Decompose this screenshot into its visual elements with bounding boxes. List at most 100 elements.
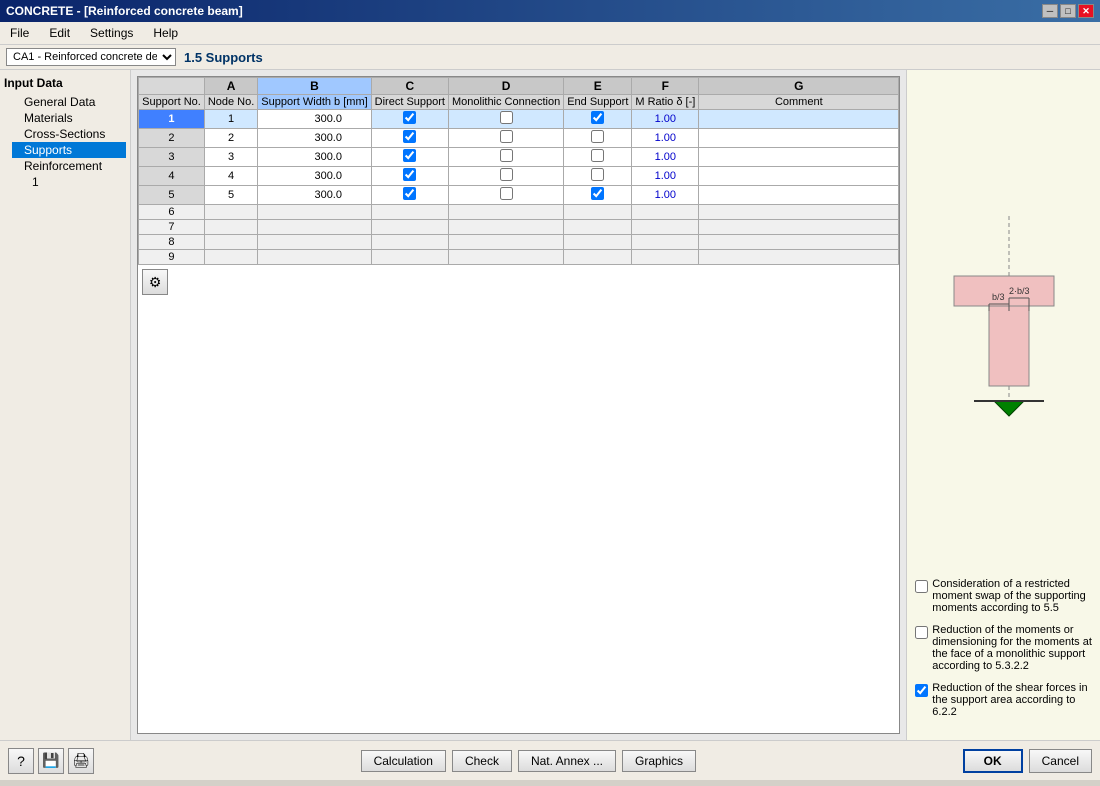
checkbox-end-1[interactable] xyxy=(591,111,604,124)
save-button[interactable]: 💾 xyxy=(38,748,64,774)
empty-cell-6-5 xyxy=(564,205,632,220)
empty-cell-6-1 xyxy=(204,205,257,220)
col-header-b: B xyxy=(258,78,371,95)
col-subheader-mratio: M Ratio δ [-] xyxy=(632,95,699,110)
checkbox-end-2[interactable] xyxy=(591,130,604,143)
cell-width-4[interactable] xyxy=(258,167,371,186)
col-header-c: C xyxy=(371,78,448,95)
checkbox-direct-4[interactable] xyxy=(403,168,416,181)
sidebar-item-supports[interactable]: Supports xyxy=(12,142,126,158)
cell-width-5[interactable] xyxy=(258,186,371,205)
cell-end-4[interactable] xyxy=(564,167,632,186)
print-button[interactable]: 🖨 xyxy=(68,748,94,774)
menu-edit[interactable]: Edit xyxy=(43,24,76,42)
checkbox-monolithic-1[interactable] xyxy=(500,111,513,124)
input-width-1[interactable] xyxy=(287,113,342,125)
empty-cell-6-7 xyxy=(699,205,899,220)
case-dropdown[interactable]: CA1 - Reinforced concrete desi xyxy=(6,48,176,66)
cell-direct-1[interactable] xyxy=(371,110,448,129)
cell-mratio-2: 1.00 xyxy=(632,129,699,148)
cell-width-2[interactable] xyxy=(258,129,371,148)
checkbox-direct-3[interactable] xyxy=(403,149,416,162)
menu-help[interactable]: Help xyxy=(147,24,184,42)
empty-cell-9-4 xyxy=(448,250,563,265)
cell-end-1[interactable] xyxy=(564,110,632,129)
checkbox-end-4[interactable] xyxy=(591,168,604,181)
graphics-button[interactable]: Graphics xyxy=(622,750,696,772)
check-button[interactable]: Check xyxy=(452,750,512,772)
sidebar-item-reinforcement-1[interactable]: 1 xyxy=(12,174,126,190)
menu-settings[interactable]: Settings xyxy=(84,24,139,42)
input-data-header: Input Data xyxy=(4,76,126,90)
sidebar-item-reinforcement[interactable]: Reinforcement xyxy=(12,158,126,174)
input-width-4[interactable] xyxy=(287,170,342,182)
cell-mratio-4: 1.00 xyxy=(632,167,699,186)
cell-comment-3 xyxy=(699,148,899,167)
bottom-left-buttons: ? 💾 🖨 xyxy=(8,748,94,774)
cell-monolithic-4[interactable] xyxy=(448,167,563,186)
empty-row-num-9: 9 xyxy=(139,250,205,265)
nat-annex-button[interactable]: Nat. Annex ... xyxy=(518,750,616,772)
checkbox-monolithic-2[interactable] xyxy=(500,130,513,143)
col-subheader-node: Node No. xyxy=(204,95,257,110)
close-button[interactable]: ✕ xyxy=(1078,4,1094,18)
empty-cell-7-7 xyxy=(699,220,899,235)
sidebar-item-cross-sections[interactable]: Cross-Sections xyxy=(12,126,126,142)
cell-direct-5[interactable] xyxy=(371,186,448,205)
cell-end-5[interactable] xyxy=(564,186,632,205)
input-width-5[interactable] xyxy=(287,189,342,201)
checkbox-monolithic-5[interactable] xyxy=(500,187,513,200)
checkbox-end-5[interactable] xyxy=(591,187,604,200)
minimize-button[interactable]: ─ xyxy=(1042,4,1058,18)
checkbox-monolithic-4[interactable] xyxy=(500,168,513,181)
cell-node-4: 4 xyxy=(204,167,257,186)
cancel-button[interactable]: Cancel xyxy=(1029,749,1092,773)
empty-cell-6-2 xyxy=(258,205,371,220)
empty-cell-8-3 xyxy=(371,235,448,250)
col-subheader-no: Support No. xyxy=(139,95,205,110)
cell-monolithic-3[interactable] xyxy=(448,148,563,167)
cell-end-2[interactable] xyxy=(564,129,632,148)
cell-monolithic-1[interactable] xyxy=(448,110,563,129)
option-1-label: Consideration of a restricted moment swa… xyxy=(932,578,1092,614)
checkbox-monolithic-3[interactable] xyxy=(500,149,513,162)
empty-row-num-7: 7 xyxy=(139,220,205,235)
cell-end-3[interactable] xyxy=(564,148,632,167)
cell-direct-2[interactable] xyxy=(371,129,448,148)
help-button[interactable]: ? xyxy=(8,748,34,774)
sidebar-item-general-data[interactable]: General Data xyxy=(12,94,126,110)
row-num-5: 5 xyxy=(139,186,205,205)
bottom-right-buttons: OK Cancel xyxy=(963,749,1092,773)
col-subheader-width: Support Width b [mm] xyxy=(258,95,371,110)
maximize-button[interactable]: □ xyxy=(1060,4,1076,18)
option-1-checkbox[interactable] xyxy=(915,580,928,593)
table-settings-button[interactable]: ⚙ xyxy=(142,269,168,295)
option-3-checkbox[interactable] xyxy=(915,684,928,697)
sidebar-item-materials[interactable]: Materials xyxy=(12,110,126,126)
cell-width-3[interactable] xyxy=(258,148,371,167)
calculation-button[interactable]: Calculation xyxy=(361,750,446,772)
input-width-2[interactable] xyxy=(287,132,342,144)
empty-row-num-6: 6 xyxy=(139,205,205,220)
checkbox-end-3[interactable] xyxy=(591,149,604,162)
cell-monolithic-5[interactable] xyxy=(448,186,563,205)
cell-mratio-5: 1.00 xyxy=(632,186,699,205)
empty-cell-6-3 xyxy=(371,205,448,220)
menu-file[interactable]: File xyxy=(4,24,35,42)
cell-monolithic-2[interactable] xyxy=(448,129,563,148)
option-2-checkbox[interactable] xyxy=(915,626,928,639)
empty-cell-7-2 xyxy=(258,220,371,235)
cell-direct-4[interactable] xyxy=(371,167,448,186)
cell-node-5: 5 xyxy=(204,186,257,205)
input-width-3[interactable] xyxy=(287,151,342,163)
checkbox-direct-5[interactable] xyxy=(403,187,416,200)
empty-cell-9-3 xyxy=(371,250,448,265)
ok-button[interactable]: OK xyxy=(963,749,1023,773)
cell-width-1[interactable] xyxy=(258,110,371,129)
empty-cell-9-2 xyxy=(258,250,371,265)
cell-direct-3[interactable] xyxy=(371,148,448,167)
cell-comment-4 xyxy=(699,167,899,186)
checkbox-direct-2[interactable] xyxy=(403,130,416,143)
empty-cell-7-4 xyxy=(448,220,563,235)
checkbox-direct-1[interactable] xyxy=(403,111,416,124)
